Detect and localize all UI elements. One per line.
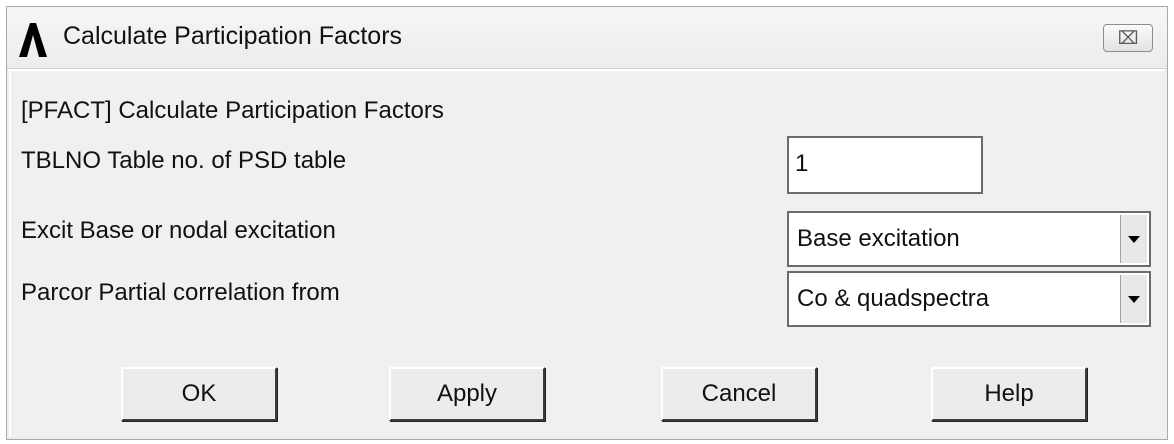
parcor-label: Parcor Partial correlation from <box>21 279 340 306</box>
chevron-down-icon <box>1128 235 1140 243</box>
cancel-button[interactable]: Cancel <box>661 367 817 421</box>
help-button[interactable]: Help <box>931 367 1087 421</box>
command-header: [PFACT] Calculate Participation Factors <box>21 97 444 124</box>
close-button[interactable]: ⌧ <box>1103 24 1153 52</box>
excit-label: Excit Base or nodal excitation <box>21 217 336 244</box>
dialog-window: Calculate Participation Factors ⌧ [PFACT… <box>6 6 1168 440</box>
close-icon: ⌧ <box>1117 27 1139 48</box>
excit-dropdown-button[interactable] <box>1120 215 1147 263</box>
ok-button[interactable]: OK <box>121 367 277 421</box>
window-title: Calculate Participation Factors <box>63 22 403 50</box>
excit-select[interactable]: Base excitation <box>787 211 1151 267</box>
excit-selected-value: Base excitation <box>797 225 960 252</box>
dialog-body: [PFACT] Calculate Participation Factors … <box>9 69 1165 437</box>
title-bar[interactable]: Calculate Participation Factors ⌧ <box>7 7 1167 69</box>
parcor-dropdown-button[interactable] <box>1120 275 1147 323</box>
parcor-selected-value: Co & quadspectra <box>797 285 990 312</box>
apply-button[interactable]: Apply <box>389 367 545 421</box>
tblno-label: TBLNO Table no. of PSD table <box>21 147 347 174</box>
ansys-logo-icon <box>19 23 47 57</box>
tblno-input[interactable]: 1 <box>787 136 983 194</box>
parcor-select[interactable]: Co & quadspectra <box>787 271 1151 327</box>
chevron-down-icon <box>1128 295 1140 303</box>
